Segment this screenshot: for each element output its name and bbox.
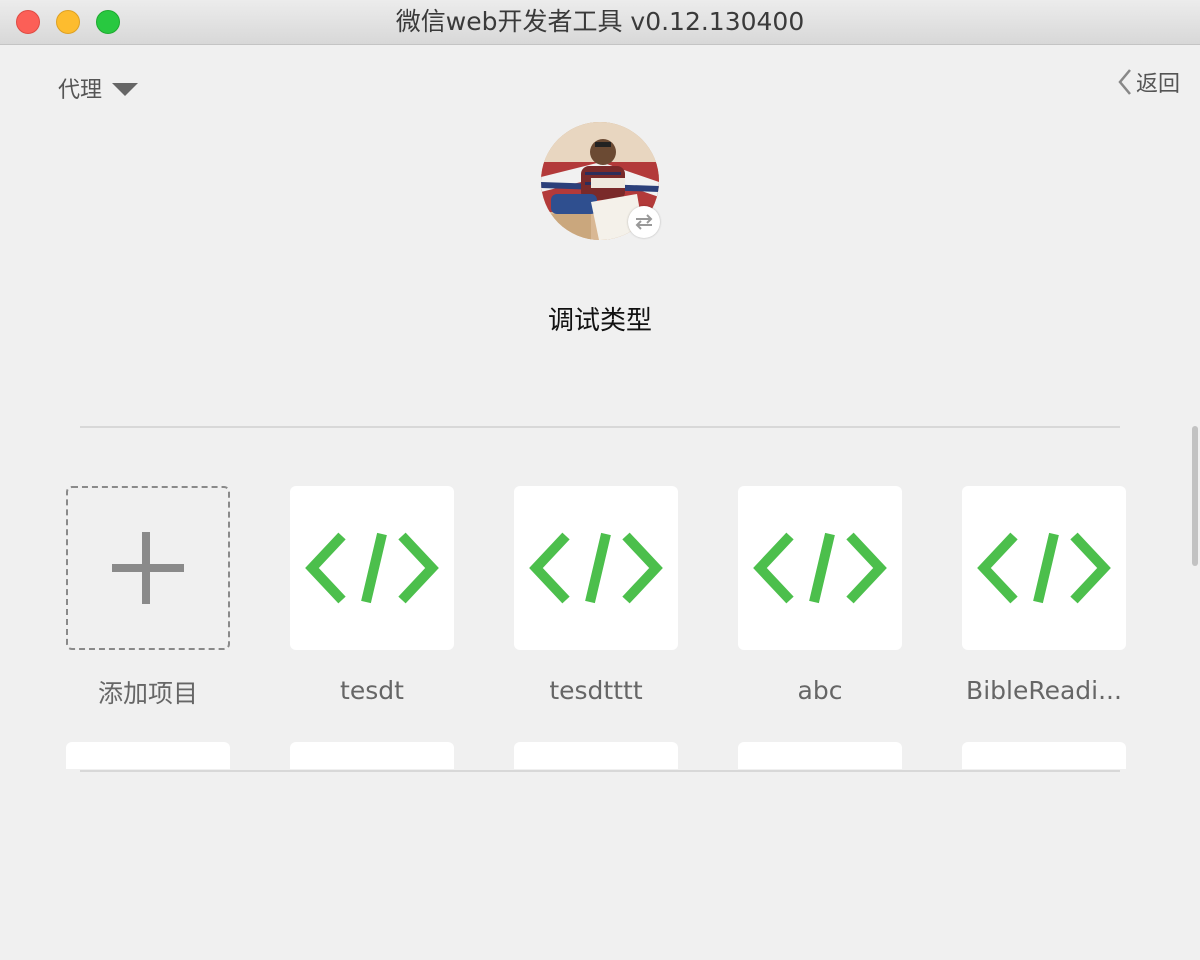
project-tile-partial[interactable] xyxy=(962,742,1126,769)
code-icon xyxy=(529,532,663,604)
project-name[interactable]: tesdt xyxy=(272,676,472,705)
add-project-label: 添加项目 xyxy=(97,679,198,708)
project-grid: 添加项目 tesdt tesdtttt abc BibleReadi... xyxy=(0,0,1200,960)
app-window: 微信web开发者工具 v0.12.130400 代理 返回 调试类型 添加项目 … xyxy=(0,0,1200,960)
project-name[interactable]: BibleReadi... xyxy=(944,676,1144,705)
scrollbar-thumb[interactable] xyxy=(1192,426,1198,566)
project-tile-tesdt[interactable] xyxy=(290,486,454,650)
project-tile-partial[interactable] xyxy=(738,742,902,769)
project-tile-biblereading[interactable] xyxy=(962,486,1126,650)
project-name[interactable]: abc xyxy=(720,676,920,705)
code-icon xyxy=(977,532,1111,604)
project-tile-partial[interactable] xyxy=(66,742,230,769)
add-project-button[interactable] xyxy=(66,486,230,650)
project-tile-tesdtttt[interactable] xyxy=(514,486,678,650)
project-name[interactable]: tesdtttt xyxy=(496,676,696,705)
code-icon xyxy=(305,532,439,604)
project-tile-abc[interactable] xyxy=(738,486,902,650)
plus-icon xyxy=(112,532,184,604)
project-row-partial xyxy=(0,742,1200,769)
project-tile-partial[interactable] xyxy=(290,742,454,769)
project-list-scrollbar[interactable] xyxy=(1190,426,1200,772)
code-icon xyxy=(753,532,887,604)
divider-bottom xyxy=(80,770,1120,772)
project-tile-partial[interactable] xyxy=(514,742,678,769)
